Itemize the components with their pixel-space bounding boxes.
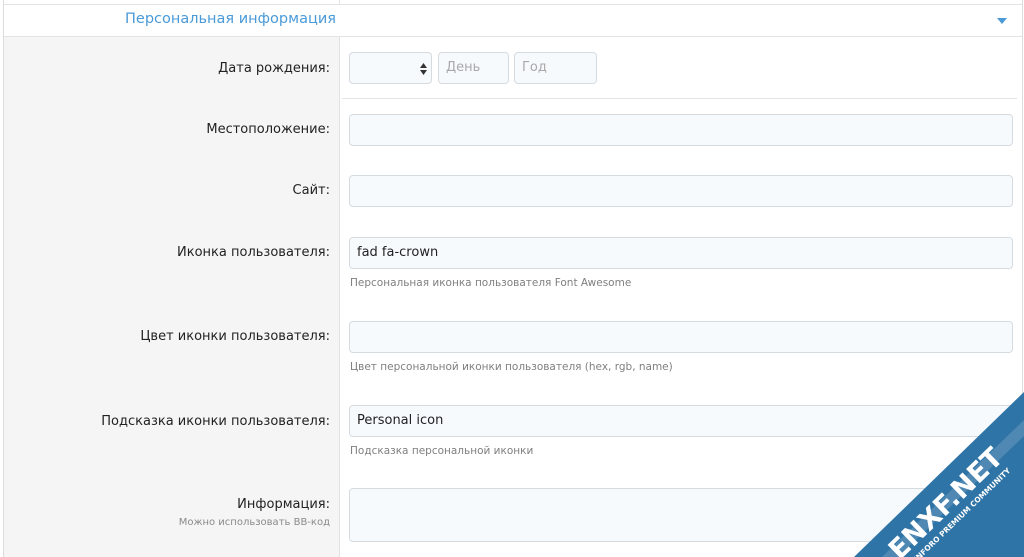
user-icon-input[interactable]: fad fa-crown [349, 237, 1013, 269]
user-icon-label: Иконка пользователя: [177, 245, 330, 260]
dob-day-input[interactable]: День [438, 52, 509, 84]
location-input[interactable] [349, 114, 1013, 146]
user-icon-color-label: Цвет иконки пользователя: [140, 329, 330, 344]
location-label: Местоположение: [206, 122, 330, 137]
user-icon-tooltip-label: Подсказка иконки пользователя: [101, 414, 330, 429]
user-icon-hint: Персональная иконка пользователя Font Aw… [350, 277, 632, 289]
select-arrows-icon [420, 63, 427, 75]
user-icon-tooltip-hint: Подсказка персональной иконки [350, 445, 534, 457]
dob-year-input[interactable]: Год [514, 52, 597, 84]
website-label: Сайт: [292, 183, 330, 198]
dob-label: Дата рождения: [218, 61, 330, 76]
about-label: Информация: [237, 497, 330, 512]
about-bbcode-note: Можно использовать BB-код [178, 517, 330, 528]
row-divider [342, 98, 1017, 99]
caret-down-icon[interactable] [997, 18, 1007, 24]
section-header-personal-info[interactable]: Персональная информация [4, 4, 1022, 37]
user-icon-color-input[interactable] [349, 321, 1013, 353]
dob-month-select[interactable] [349, 52, 432, 84]
section-title: Персональная информация [125, 11, 336, 27]
website-input[interactable] [349, 175, 1013, 207]
label-column [4, 37, 340, 557]
user-icon-color-hint: Цвет персональной иконки пользователя (h… [350, 361, 673, 373]
enxf-watermark: ENXF.NET XENFORO PREMIUM COMMUNITY [854, 392, 1024, 557]
